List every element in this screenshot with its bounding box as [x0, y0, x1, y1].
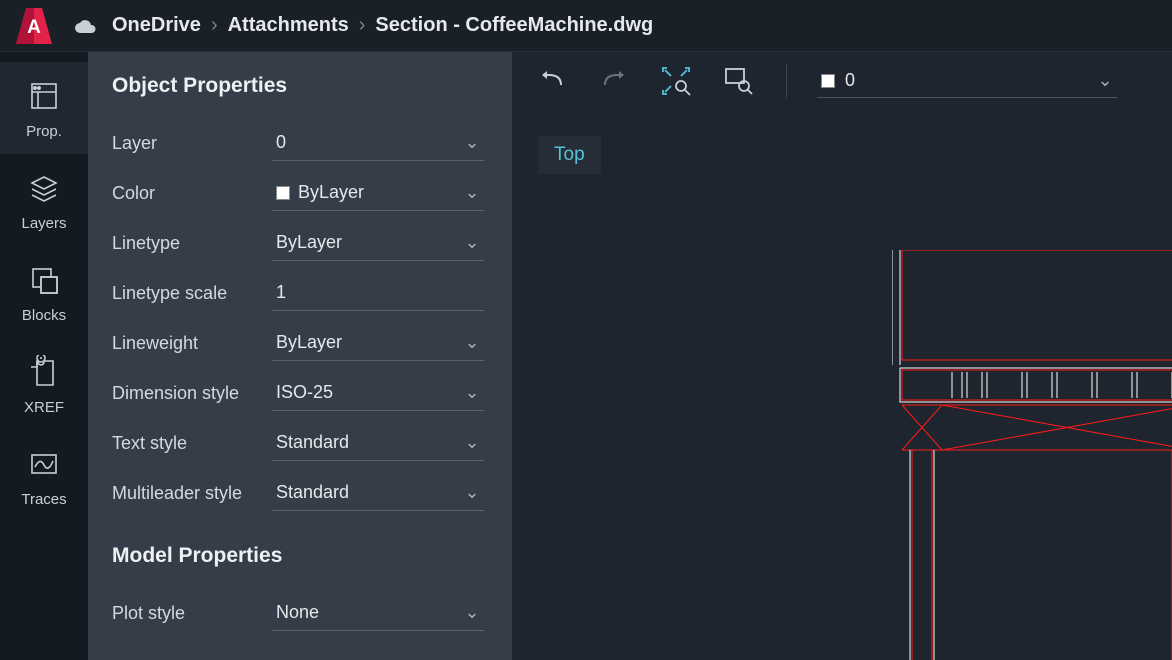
property-label: Lineweight — [112, 333, 272, 354]
zoom-extents-button[interactable] — [658, 63, 694, 99]
property-row-multileader-style: Multileader style Standard ⌄ — [112, 468, 484, 518]
zoom-window-button[interactable] — [720, 63, 756, 99]
redo-button[interactable] — [596, 63, 632, 99]
chevron-right-icon: › — [211, 14, 218, 37]
svg-text:A: A — [27, 17, 41, 38]
sidebar-item-blocks[interactable]: Blocks — [0, 246, 88, 338]
chevron-down-icon: ⌄ — [1097, 70, 1113, 91]
section-title-object-properties: Object Properties — [112, 74, 484, 98]
color-dropdown[interactable]: ByLayer ⌄ — [272, 175, 484, 211]
chevron-down-icon: ⌄ — [464, 332, 480, 353]
linetype-dropdown[interactable]: ByLayer ⌄ — [272, 225, 484, 261]
property-value: ByLayer — [276, 232, 456, 253]
toolbar-separator — [786, 64, 787, 98]
property-value: None — [276, 602, 456, 623]
blocks-icon — [25, 261, 63, 299]
sidebar-item-label: Layers — [21, 215, 66, 232]
properties-panel: Object Properties Layer 0 ⌄ Color ByLaye… — [88, 52, 512, 660]
multileader-style-dropdown[interactable]: Standard ⌄ — [272, 475, 484, 511]
viewport[interactable]: Top — [512, 110, 1172, 660]
breadcrumb-root[interactable]: OneDrive — [112, 14, 201, 37]
dimension-style-dropdown[interactable]: ISO-25 ⌄ — [272, 375, 484, 411]
sidebar-item-label: XREF — [24, 399, 64, 416]
chevron-down-icon: ⌄ — [464, 432, 480, 453]
sidebar-item-properties[interactable]: Prop. — [0, 62, 88, 154]
property-label: Multileader style — [112, 483, 272, 504]
current-layer-value: 0 — [845, 70, 1087, 91]
layers-icon — [25, 169, 63, 207]
chevron-down-icon: ⌄ — [464, 602, 480, 623]
property-value: ISO-25 — [276, 382, 456, 403]
property-value: ByLayer — [276, 332, 456, 353]
property-value: 0 — [276, 132, 456, 153]
breadcrumb-file[interactable]: Section - CoffeeMachine.dwg — [375, 14, 653, 37]
chevron-right-icon: › — [359, 14, 366, 37]
chevron-down-icon: ⌄ — [464, 232, 480, 253]
cloud-icon — [74, 15, 96, 37]
redo-icon — [599, 69, 629, 93]
layer-color-swatch — [821, 74, 835, 88]
undo-icon — [537, 69, 567, 93]
undo-button[interactable] — [534, 63, 570, 99]
sidebar-item-label: Prop. — [26, 123, 62, 140]
sidebar-item-layers[interactable]: Layers — [0, 154, 88, 246]
property-row-dimension-style: Dimension style ISO-25 ⌄ — [112, 368, 484, 418]
app-logo[interactable]: A — [14, 6, 54, 46]
plot-style-dropdown[interactable]: None ⌄ — [272, 595, 484, 631]
section-title-model-properties: Model Properties — [112, 544, 484, 568]
property-row-linetype: Linetype ByLayer ⌄ — [112, 218, 484, 268]
chevron-down-icon: ⌄ — [464, 132, 480, 153]
property-row-plot-style: Plot style None ⌄ — [112, 588, 484, 638]
property-row-linetype-scale: Linetype scale 1 — [112, 268, 484, 318]
property-label: Linetype — [112, 233, 272, 254]
property-row-layer: Layer 0 ⌄ — [112, 118, 484, 168]
chevron-down-icon: ⌄ — [464, 382, 480, 403]
breadcrumb-folder[interactable]: Attachments — [228, 14, 349, 37]
property-row-color: Color ByLayer ⌄ — [112, 168, 484, 218]
sidebar-item-label: Blocks — [22, 307, 66, 324]
property-label: Color — [112, 183, 272, 204]
property-value: ByLayer — [276, 182, 456, 203]
property-value: Standard — [276, 432, 456, 453]
canvas-toolbar: 0 ⌄ — [512, 52, 1172, 110]
xref-icon — [25, 353, 63, 391]
view-orientation-label[interactable]: Top — [538, 136, 601, 174]
color-swatch — [276, 186, 290, 200]
top-bar: A OneDrive › Attachments › Section - Cof… — [0, 0, 1172, 52]
sidebar-rail: Prop. Layers Blocks — [0, 52, 88, 660]
sidebar-item-label: Traces — [21, 491, 66, 508]
properties-icon — [25, 77, 63, 115]
property-label: Layer — [112, 133, 272, 154]
sidebar-item-xref[interactable]: XREF — [0, 338, 88, 430]
autocad-logo-icon: A — [14, 6, 54, 46]
linetype-scale-input[interactable]: 1 — [272, 275, 484, 311]
current-layer-dropdown[interactable]: 0 ⌄ — [817, 64, 1117, 98]
property-value: 1 — [276, 282, 480, 303]
traces-icon — [25, 445, 63, 483]
cad-drawing — [892, 250, 1172, 660]
chevron-down-icon: ⌄ — [464, 482, 480, 503]
property-label: Linetype scale — [112, 283, 272, 304]
property-label: Text style — [112, 433, 272, 454]
chevron-down-icon: ⌄ — [464, 182, 480, 203]
breadcrumb: OneDrive › Attachments › Section - Coffe… — [74, 14, 653, 37]
property-label: Dimension style — [112, 383, 272, 404]
drawing-canvas-area: 0 ⌄ Top — [512, 52, 1172, 660]
property-row-lineweight: Lineweight ByLayer ⌄ — [112, 318, 484, 368]
zoom-window-icon — [723, 66, 753, 96]
property-value: Standard — [276, 482, 456, 503]
text-style-dropdown[interactable]: Standard ⌄ — [272, 425, 484, 461]
lineweight-dropdown[interactable]: ByLayer ⌄ — [272, 325, 484, 361]
zoom-extents-icon — [661, 66, 691, 96]
layer-dropdown[interactable]: 0 ⌄ — [272, 125, 484, 161]
sidebar-item-traces[interactable]: Traces — [0, 430, 88, 522]
property-row-text-style: Text style Standard ⌄ — [112, 418, 484, 468]
property-label: Plot style — [112, 603, 272, 624]
